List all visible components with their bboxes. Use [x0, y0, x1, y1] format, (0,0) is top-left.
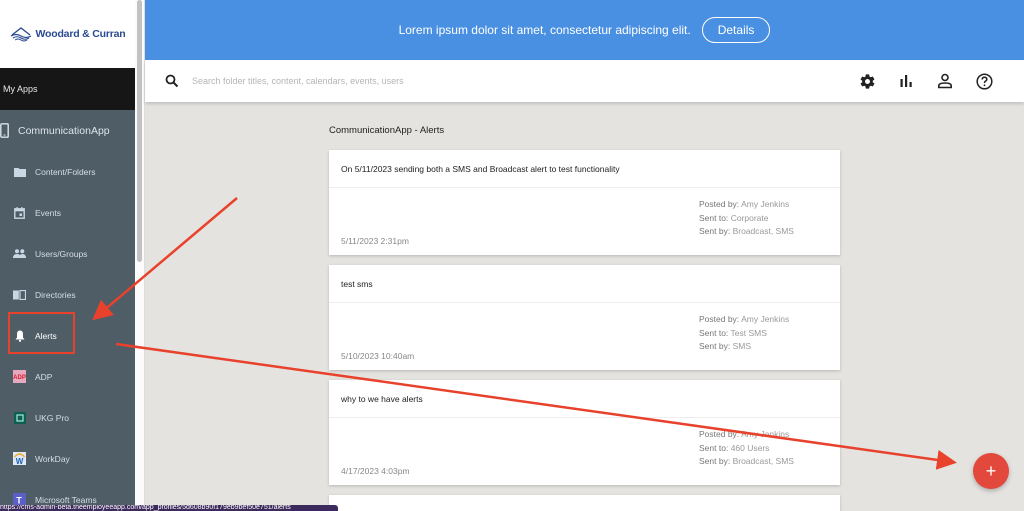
workday-logo-icon: W: [13, 452, 26, 465]
annotation-highlight-box: [8, 312, 75, 354]
alert-date: 5/11/2023 2:31pm: [341, 236, 409, 246]
sidebar-item-content-folders[interactable]: Content/Folders: [0, 151, 135, 192]
sidebar-app-communicationapp[interactable]: CommunicationApp: [0, 110, 135, 151]
sent-by-label: Sent by:: [699, 341, 731, 351]
company-logo[interactable]: Woodard & Curran: [0, 0, 135, 68]
banner-text: Lorem ipsum dolor sit amet, consectetur …: [398, 23, 691, 37]
sidebar-item-adp[interactable]: ADP ADP: [0, 356, 135, 397]
alert-meta: Posted by: Amy Jenkins Sent to: Test SMS…: [699, 313, 789, 354]
posted-by-value: Amy Jenkins: [741, 314, 790, 324]
search-input[interactable]: [192, 76, 592, 86]
sidebar-item-label: Events: [35, 207, 61, 218]
wave-logo-icon: [10, 27, 31, 42]
status-bar-url: https://cms-admin-beta.theemployeeapp.co…: [0, 505, 338, 511]
alert-body: 5/11/2023 2:31pm Posted by: Amy Jenkins …: [329, 188, 840, 255]
sidebar-item-label: Directories: [35, 289, 76, 300]
sent-to-label: Sent to:: [699, 442, 729, 453]
sidebar-item-label: Content/Folders: [35, 166, 96, 177]
search-toolbar: [145, 60, 1024, 102]
sidebar-item-label: UKG Pro: [35, 412, 70, 423]
announcement-banner: Lorem ipsum dolor sit amet, consectetur …: [145, 0, 1024, 60]
sent-by-value: Broadcast, SMS: [732, 226, 794, 236]
sidebar-item-directories[interactable]: Directories: [0, 274, 135, 315]
sent-by-value: SMS: [732, 341, 751, 351]
tablet-icon: [0, 123, 12, 138]
sidebar-item-events[interactable]: Events: [0, 192, 135, 233]
sent-to-label: Sent to:: [699, 327, 729, 338]
sidebar-item-label: Microsoft Teams: [35, 494, 97, 505]
alert-title: test sms: [329, 265, 840, 303]
alert-title: On 5/11/2023 sending both a SMS and Broa…: [329, 150, 840, 188]
alert-card[interactable]: On 5/11/2023 sending both a SMS and Broa…: [329, 150, 840, 255]
posted-by-label: Posted by:: [699, 429, 740, 439]
adp-logo-icon: ADP: [13, 370, 26, 383]
alert-title: why to we have alerts: [329, 380, 840, 418]
bar-chart-icon[interactable]: [896, 71, 916, 91]
gear-icon[interactable]: [857, 71, 877, 91]
sent-to-value: Test SMS: [730, 327, 767, 338]
posted-by-label: Posted by:: [699, 314, 740, 324]
alert-date: 4/17/2023 4:03pm: [341, 466, 410, 476]
page-title: CommunicationApp - Alerts: [329, 125, 445, 136]
svg-text:W: W: [16, 457, 24, 465]
alert-card[interactable]: test sms 5/10/2023 10:40am Posted by: Am…: [329, 265, 840, 370]
alert-meta: Posted by: Amy Jenkins Sent to: Corporat…: [699, 198, 794, 239]
book-icon: [13, 288, 26, 301]
alert-body: 4/17/2023 4:03pm Posted by: Amy Jenkins …: [329, 418, 840, 485]
sidebar-item-workday[interactable]: W WorkDay: [0, 438, 135, 479]
alert-card-partial[interactable]: [329, 495, 840, 511]
sidebar-item-label: Users/Groups: [35, 248, 88, 259]
folder-icon: [13, 165, 26, 178]
alert-meta: Posted by: Amy Jenkins Sent to: 460 User…: [699, 428, 794, 469]
logo-text: Woodard & Curran: [35, 28, 126, 40]
sidebar-item-label: ADP: [35, 371, 53, 382]
sidebar-item-label: WorkDay: [35, 453, 70, 464]
svg-text:ADP: ADP: [13, 375, 26, 381]
search-icon[interactable]: [165, 74, 179, 88]
sent-to-value: Corporate: [730, 212, 769, 223]
sent-to-value: 460 Users: [730, 442, 770, 453]
posted-by-value: Amy Jenkins: [741, 199, 790, 209]
details-button[interactable]: Details: [701, 17, 771, 43]
app-header-label: CommunicationApp: [18, 124, 110, 137]
add-alert-button[interactable]: +: [973, 453, 1009, 489]
ukg-logo-icon: [13, 411, 26, 424]
sidebar-item-ukg-pro[interactable]: UKG Pro: [0, 397, 135, 438]
posted-by-value: Amy Jenkins: [741, 429, 790, 439]
alert-date: 5/10/2023 10:40am: [341, 351, 415, 361]
sent-to-label: Sent to:: [699, 212, 729, 223]
my-apps-header[interactable]: My Apps: [0, 68, 135, 110]
sidebar-scrollbar-thumb[interactable]: [137, 0, 142, 262]
sent-by-value: Broadcast, SMS: [732, 456, 794, 466]
sidebar-item-users-groups[interactable]: Users/Groups: [0, 233, 135, 274]
users-icon: [13, 247, 26, 260]
svg-text:T: T: [16, 496, 22, 506]
sent-by-label: Sent by:: [699, 226, 731, 236]
sent-by-label: Sent by:: [699, 456, 731, 466]
calendar-icon: [13, 206, 26, 219]
alert-body: 5/10/2023 10:40am Posted by: Amy Jenkins…: [329, 303, 840, 370]
sidebar: Woodard & Curran My Apps CommunicationAp…: [0, 0, 135, 511]
alert-card[interactable]: why to we have alerts 4/17/2023 4:03pm P…: [329, 380, 840, 485]
toolbar-icons: [857, 71, 994, 91]
help-icon[interactable]: [974, 71, 994, 91]
posted-by-label: Posted by:: [699, 199, 740, 209]
user-icon[interactable]: [935, 71, 955, 91]
